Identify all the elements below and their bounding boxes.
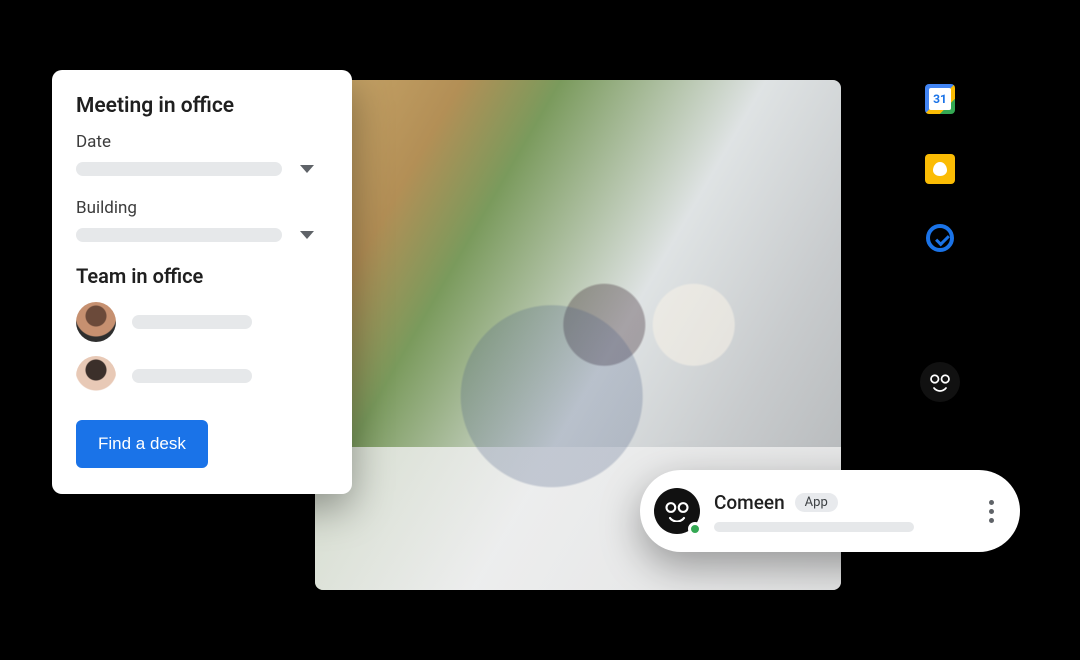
building-dropdown[interactable] xyxy=(76,228,328,242)
comeen-brand-icon xyxy=(654,488,700,534)
date-label: Date xyxy=(76,132,328,152)
member-name-placeholder xyxy=(132,315,252,329)
app-chip-body: Comeen App xyxy=(714,491,969,532)
presence-dot xyxy=(688,522,702,536)
find-desk-button[interactable]: Find a desk xyxy=(76,420,208,468)
contacts-icon[interactable] xyxy=(925,292,955,322)
keep-icon[interactable] xyxy=(925,154,955,184)
team-member-row xyxy=(76,356,328,396)
date-dropdown[interactable] xyxy=(76,162,328,176)
side-panel-apps: 31 xyxy=(920,84,960,402)
more-options-icon[interactable] xyxy=(983,494,1000,529)
calendar-day: 31 xyxy=(929,88,951,110)
card-title: Meeting in office xyxy=(76,94,328,118)
team-title: Team in office xyxy=(76,264,328,288)
comeen-icon[interactable] xyxy=(920,362,960,402)
app-name: Comeen xyxy=(714,491,785,514)
chevron-down-icon xyxy=(300,231,314,239)
avatar xyxy=(76,302,116,342)
team-member-row xyxy=(76,302,328,342)
date-value-placeholder xyxy=(76,162,282,176)
tasks-icon[interactable] xyxy=(926,224,954,252)
member-name-placeholder xyxy=(132,369,252,383)
meeting-form-card: Meeting in office Date Building Team in … xyxy=(52,70,352,494)
avatar xyxy=(76,356,116,396)
chevron-down-icon xyxy=(300,165,314,173)
calendar-icon[interactable]: 31 xyxy=(925,84,955,114)
app-chip[interactable]: Comeen App xyxy=(640,470,1020,552)
building-value-placeholder xyxy=(76,228,282,242)
building-label: Building xyxy=(76,198,328,218)
app-subtitle-placeholder xyxy=(714,522,914,532)
app-badge: App xyxy=(795,493,838,512)
